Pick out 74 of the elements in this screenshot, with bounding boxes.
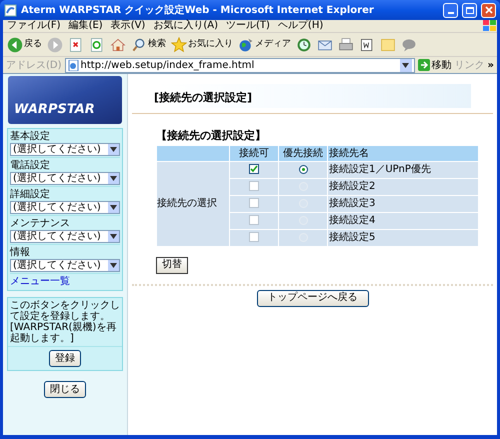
caret-icon xyxy=(110,147,117,152)
menu-item[interactable]: お気に入り(A) xyxy=(149,21,222,31)
menu-item[interactable]: ヘルプ(H) xyxy=(274,21,328,31)
home-icon xyxy=(110,36,126,52)
minimize-button[interactable] xyxy=(443,2,458,18)
checkbox[interactable] xyxy=(249,181,259,192)
menu-item[interactable]: ツール(T) xyxy=(222,21,274,31)
column-header: 優先接続 xyxy=(279,146,327,160)
menu-select[interactable]: (選択してください) xyxy=(10,172,120,185)
toolbar-button[interactable]: お気に入り xyxy=(170,34,234,56)
register-button[interactable]: 登録 xyxy=(49,350,81,367)
section-title: 【接続先の選択設定】 xyxy=(156,128,266,144)
logo-text: WARPSTAR xyxy=(14,103,95,116)
column-header: 接続先名 xyxy=(328,146,478,160)
address-label: アドレス(D) xyxy=(6,58,62,72)
speech-bubble-icon xyxy=(401,36,417,52)
register-note: このボタンをクリックして設定を登録します。[WARPSTAR(親機)を再起動します。] xyxy=(8,298,122,347)
caret-icon xyxy=(402,62,410,68)
window-title: Aterm WARPSTAR クイック設定Web - Microsoft Internet Explorer xyxy=(21,3,375,18)
more-chevron[interactable]: » xyxy=(488,58,494,72)
menu-label: メンテナンス xyxy=(10,218,71,230)
table-cell: 接続設定5 xyxy=(328,230,478,246)
column-header: 接続可 xyxy=(230,146,278,160)
toolbar-button[interactable]: 戻る xyxy=(6,34,43,56)
menu-select[interactable]: (選択してください) xyxy=(10,259,120,272)
close-page-button[interactable]: 閉じる xyxy=(44,381,86,398)
menu-item[interactable]: 編集(E) xyxy=(64,21,107,31)
stop-icon xyxy=(68,36,84,52)
menu-select[interactable]: (選択してください) xyxy=(10,201,120,214)
document-icon xyxy=(359,36,375,52)
checkbox[interactable] xyxy=(249,164,259,174)
table-cell: 接続設定2 xyxy=(328,178,478,194)
go-arrow-icon xyxy=(418,59,430,71)
star-icon xyxy=(171,36,187,52)
browser-icon xyxy=(4,4,17,16)
close-button[interactable] xyxy=(481,2,496,18)
checkbox[interactable] xyxy=(249,232,259,242)
search-icon xyxy=(131,36,147,52)
caret-icon xyxy=(110,205,117,210)
table-cell: 接続設定1／UPnP優先 xyxy=(328,162,478,178)
caret-icon xyxy=(110,176,117,181)
table-cell: 接続設定4 xyxy=(328,212,478,228)
header-cell xyxy=(157,146,229,160)
menu-select[interactable]: (選択してください) xyxy=(10,143,120,156)
checkbox[interactable] xyxy=(249,215,259,226)
radio-button[interactable] xyxy=(298,164,308,174)
maximize-button[interactable] xyxy=(462,2,477,18)
menu-select[interactable]: (選択してください) xyxy=(10,230,120,243)
globe-icon xyxy=(238,36,254,52)
menu-label: 情報 xyxy=(10,247,31,259)
windows-logo-icon xyxy=(483,20,497,32)
page-icon xyxy=(68,60,79,70)
go-button[interactable]: 移動 xyxy=(418,58,452,72)
row-group-label: 接続先の選択 xyxy=(157,162,229,246)
switch-button[interactable]: 切替 xyxy=(156,256,188,274)
page-title: [接続先の選択設定] xyxy=(154,91,252,104)
toolbar-button[interactable]: 検索 xyxy=(130,34,167,56)
printer-icon xyxy=(338,36,354,52)
caret-icon xyxy=(110,234,117,239)
menu-item[interactable]: ファイル(F) xyxy=(3,21,65,31)
menu-label: 基本設定 xyxy=(10,131,51,143)
menu-label: 電話設定 xyxy=(10,160,51,172)
refresh-icon xyxy=(89,36,105,52)
table-cell: 接続設定3 xyxy=(328,196,478,212)
toolbar-button[interactable]: メディア xyxy=(237,34,292,56)
menu-label: 詳細設定 xyxy=(10,189,51,201)
top-page-button[interactable]: トップページへ戻る xyxy=(256,290,368,306)
clock-icon xyxy=(296,36,312,52)
menu-item[interactable]: 表示(V) xyxy=(106,21,150,31)
close-icon xyxy=(484,6,492,14)
menu-list-link[interactable]: メニュー一覧 xyxy=(10,276,120,288)
caret-icon xyxy=(110,263,117,268)
address-field[interactable]: http://web.setup/index_frame.html xyxy=(64,58,415,72)
checkbox[interactable] xyxy=(249,198,259,208)
